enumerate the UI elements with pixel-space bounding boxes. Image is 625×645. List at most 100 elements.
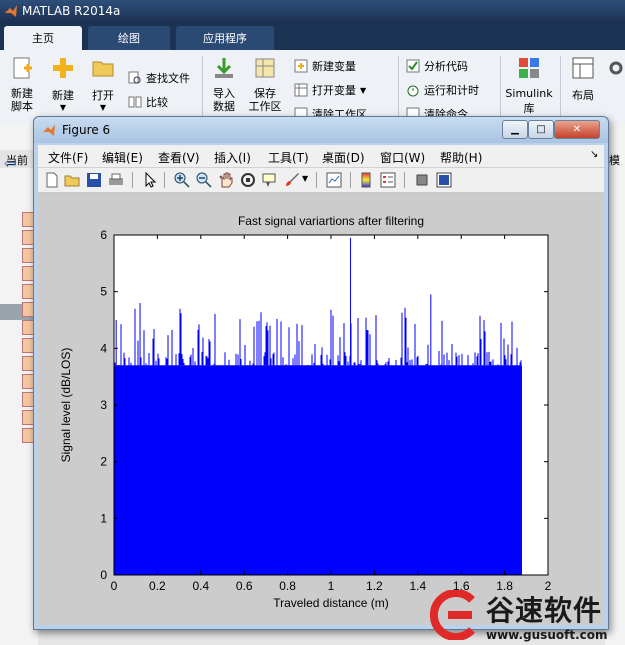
link-plot-icon[interactable]	[326, 172, 342, 188]
minimize-icon: ▁	[511, 124, 519, 135]
maximize-icon: □	[536, 124, 546, 135]
watermark-text: 谷速软件	[486, 594, 603, 627]
workspace-label: 模	[609, 154, 620, 167]
open-file-icon[interactable]	[64, 172, 80, 188]
x-tick-label: 1.2	[366, 579, 383, 593]
ribbon-divider	[398, 56, 399, 120]
x-tick-label: 0.6	[236, 579, 253, 593]
pan-hand-icon[interactable]	[218, 172, 234, 188]
app-title: MATLAB R2014a	[22, 4, 121, 18]
print-icon[interactable]	[108, 172, 124, 188]
tab-home[interactable]: 主页	[4, 26, 82, 50]
y-tick-label: 0	[100, 568, 107, 582]
x-tick-label: 0.2	[149, 579, 166, 593]
legend-icon[interactable]	[380, 172, 396, 188]
brush-icon[interactable]	[284, 172, 300, 188]
data-cursor-icon[interactable]	[262, 172, 278, 188]
chevron-down-icon: ▼	[99, 103, 107, 112]
y-tick-label: 4	[100, 341, 107, 355]
ribbon: 新建 脚本 新建 ▼ 打开 ▼ 查找文件 比较 导入 数据 保存 工作区 新建变…	[0, 50, 625, 125]
x-axis-label: Traveled distance (m)	[273, 596, 389, 610]
x-tick-label: 1.4	[409, 579, 426, 593]
menu-view[interactable]: 查看(V)	[158, 149, 200, 166]
ribbon-tab-bar: 主页 绘图 应用程序	[0, 24, 625, 50]
plus-icon	[53, 58, 73, 78]
compare-button[interactable]: 比较	[128, 94, 168, 110]
colorbar-icon[interactable]	[358, 172, 374, 188]
rotate-3d-icon[interactable]	[240, 172, 256, 188]
tab-apps[interactable]: 应用程序	[176, 26, 274, 50]
new-script-icon	[13, 57, 32, 79]
simulink-icon	[519, 58, 539, 78]
menu-window[interactable]: 窗口(W)	[380, 149, 425, 166]
menu-edit[interactable]: 编辑(E)	[102, 149, 143, 166]
y-tick-label: 1	[100, 511, 107, 525]
compare-icon	[128, 96, 142, 108]
x-tick-label: 1	[328, 579, 335, 593]
find-files-icon	[128, 71, 141, 84]
folder-icon	[92, 61, 114, 77]
dock-arrow-icon[interactable]: ↘	[590, 149, 598, 160]
figure-menu-bar: 文件(F) 编辑(E) 查看(V) 插入(I) 工具(T) 桌面(D) 窗口(W…	[38, 145, 604, 168]
figure-window: Figure 6 ▁ □ ✕ 文件(F) 编辑(E) 查看(V) 插入(I) 工…	[33, 116, 609, 630]
new-variable-button[interactable]: 新建变量	[294, 58, 356, 74]
minimize-button[interactable]: ▁	[502, 120, 528, 139]
signal-plot[interactable]: 0 0.2 0.4 0.6 0.8 1 1.2 1.4 1.6 1.8 2 0123456 Fast…	[38, 193, 604, 625]
zoom-out-icon[interactable]	[196, 172, 212, 188]
zoom-in-icon[interactable]	[174, 172, 190, 188]
gear-icon[interactable]	[608, 60, 624, 76]
open-button[interactable]: 打开 ▼	[86, 56, 120, 112]
matlab-logo-icon	[43, 124, 55, 136]
ribbon-divider	[500, 56, 501, 120]
simulink-library-button[interactable]: Simulink 库	[504, 56, 554, 116]
layout-button[interactable]: 布局	[566, 56, 600, 103]
layout-icon	[572, 57, 594, 79]
y-axis-label: Signal level (dB/LOS)	[59, 348, 73, 463]
menu-file[interactable]: 文件(F)	[48, 149, 88, 166]
find-files-button[interactable]: 查找文件	[128, 70, 190, 86]
figure-title-bar[interactable]: Figure 6 ▁ □ ✕	[34, 117, 608, 143]
chevron-down-icon: ▼	[59, 103, 67, 112]
menu-tools[interactable]: 工具(T)	[268, 149, 309, 166]
x-tick-label: 0	[111, 579, 118, 593]
stopwatch-icon	[407, 85, 419, 97]
menu-desktop[interactable]: 桌面(D)	[322, 149, 365, 166]
new-script-button[interactable]: 新建 脚本	[4, 56, 40, 113]
open-variable-icon	[294, 83, 308, 97]
maximize-button[interactable]: □	[528, 120, 554, 139]
matlab-title-bar: MATLAB R2014a	[0, 0, 625, 24]
close-button[interactable]: ✕	[554, 120, 600, 139]
x-tick-label: 0.4	[192, 579, 209, 593]
analyze-code-button[interactable]: 分析代码	[406, 58, 468, 74]
save-icon[interactable]	[86, 172, 102, 188]
menu-insert[interactable]: 插入(I)	[214, 149, 251, 166]
open-variable-button[interactable]: 打开变量 ▼	[294, 82, 366, 98]
figure-title: Figure 6	[62, 123, 111, 137]
pointer-icon[interactable]	[142, 172, 158, 188]
menu-help[interactable]: 帮助(H)	[440, 149, 482, 166]
ribbon-divider	[202, 56, 203, 120]
chart-title: Fast signal variartions after filtering	[238, 214, 424, 228]
x-tick-label: 0.8	[279, 579, 296, 593]
y-tick-label: 5	[100, 285, 107, 299]
back-arrow-icon[interactable]: ⇦	[4, 156, 16, 172]
import-arrow-icon	[215, 58, 233, 78]
new-figure-icon[interactable]	[44, 172, 60, 188]
chevron-down-icon[interactable]: ▼	[302, 174, 308, 183]
y-tick-label: 3	[100, 398, 107, 412]
tab-plots[interactable]: 绘图	[88, 26, 170, 50]
close-icon: ✕	[572, 124, 582, 135]
new-button[interactable]: 新建 ▼	[46, 56, 80, 112]
watermark-url: www.gusuoft.com	[486, 628, 608, 642]
hide-plot-tools-icon[interactable]	[414, 172, 430, 188]
save-workspace-button[interactable]: 保存 工作区	[246, 56, 284, 113]
analyze-code-icon	[406, 59, 420, 73]
save-workspace-icon	[255, 58, 275, 78]
import-data-button[interactable]: 导入 数据	[206, 56, 242, 113]
show-plot-tools-icon[interactable]	[436, 172, 452, 188]
bar-fill	[114, 365, 522, 575]
run-and-time-button[interactable]: 运行和计时	[406, 82, 479, 98]
figure-canvas: 0 0.2 0.4 0.6 0.8 1 1.2 1.4 1.6 1.8 2 0123456 Fast…	[38, 193, 604, 625]
matlab-logo-icon	[5, 5, 17, 17]
y-tick-label: 2	[100, 455, 107, 469]
